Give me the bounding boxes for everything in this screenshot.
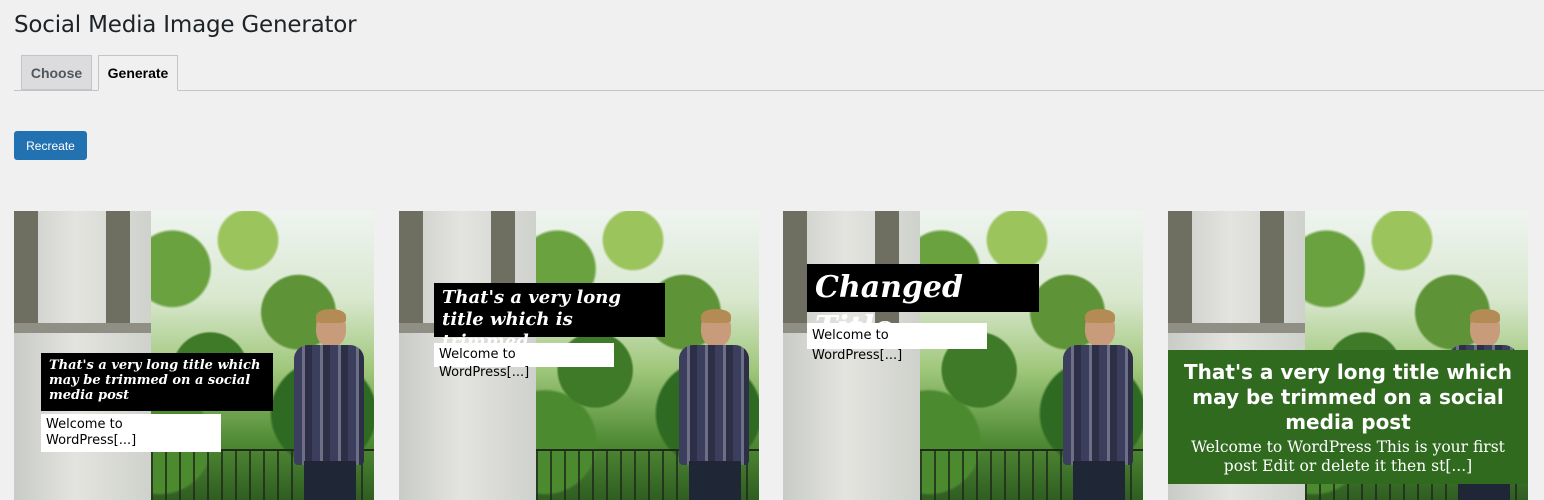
generated-image-card[interactable]: That's a very long title which may be tr… [14, 211, 374, 500]
generated-image-card[interactable]: That's a very long title which may be tr… [1168, 211, 1528, 500]
image-excerpt-overlay: Welcome to WordPress[...] [41, 414, 221, 452]
image-excerpt-overlay: Welcome to WordPress[...] [434, 343, 614, 380]
tab-choose[interactable]: Choose [21, 55, 92, 90]
tab-bar: Choose Generate [14, 55, 1544, 91]
recreate-button[interactable]: Recreate [14, 131, 87, 160]
image-text-panel: That's a very long title which may be tr… [1168, 350, 1528, 484]
generated-image-card[interactable]: Changed Title Welcome to WordPress[...] [783, 211, 1143, 500]
tab-generate[interactable]: Generate [98, 55, 178, 91]
page-title: Social Media Image Generator [14, 12, 357, 38]
image-excerpt-overlay: Welcome to WordPress[...] [807, 323, 987, 363]
image-excerpt-overlay: Welcome to WordPress This is your first … [1191, 438, 1505, 475]
image-title-overlay: That's a very long title which may be tr… [1184, 360, 1512, 434]
image-title-overlay: That's a very long title which may be tr… [41, 353, 273, 411]
image-title-overlay: That's a very long title which is trimme… [434, 283, 665, 352]
generated-image-card[interactable]: That's a very long title which is trimme… [399, 211, 759, 500]
image-title-overlay: Changed Title [807, 264, 1039, 345]
